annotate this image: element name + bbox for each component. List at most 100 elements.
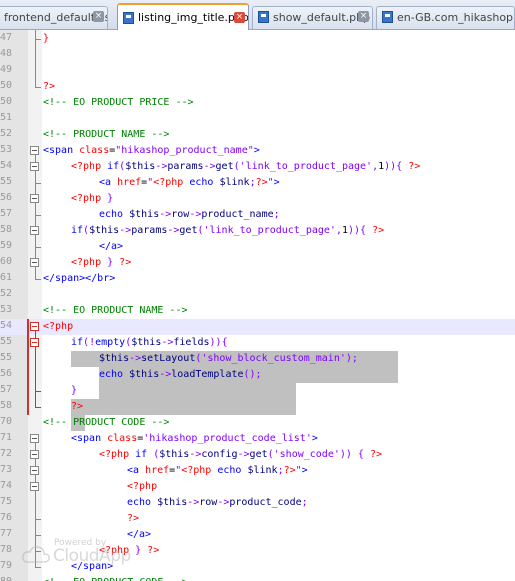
line-number: 55 [0, 352, 13, 363]
code-line[interactable]: 58 ?> [0, 399, 515, 415]
close-icon[interactable]: × [358, 11, 369, 22]
code-line[interactable]: 47} [0, 31, 515, 47]
code-text: } [71, 384, 77, 398]
code-text: <?php } ?> [71, 256, 131, 270]
code-line[interactable]: 49 [0, 63, 515, 79]
code-token: if [71, 225, 84, 236]
tab-en-gb-com-hikashop-ini[interactable]: en-GB.com_hikashop.ini [376, 6, 515, 29]
code-line[interactable]: 55 if(!empty($this->fields)){ [0, 335, 515, 351]
code-token: ?> [255, 177, 268, 188]
code-text: </a> [99, 240, 123, 254]
code-token: href [117, 177, 142, 188]
line-number: 57 [0, 384, 13, 395]
code-line[interactable]: 77 </a> [0, 527, 515, 543]
code-line[interactable]: 55 <a href="<?php echo $link;?>"> [0, 175, 515, 191]
code-editor[interactable]: 47} 48 49 50 ?> 50 <!-- EO PRODUCT PRICE --> 51… [0, 30, 515, 581]
tab-show-default-php[interactable]: show_default.php × [252, 6, 373, 29]
tab-listing-img-title-php[interactable]: listing_img_title.php × [117, 3, 249, 30]
line-number: 49 [0, 64, 13, 75]
code-token: $this [129, 209, 160, 220]
code-line[interactable]: 54 <?php if($this->params->get('link_to_p… [0, 159, 515, 175]
code-token: class [79, 145, 110, 156]
code-line[interactable]: 55 $this->setLayout('show_block_custom_ma… [0, 351, 515, 367]
code-line[interactable]: 73 <a href="<?php echo $link;?>"> [0, 463, 515, 479]
code-line[interactable]: 60 <?php } ?> [0, 255, 515, 271]
code-line[interactable]: 53 <!-- EO PRODUCT NAME --> [0, 303, 515, 319]
code-line[interactable]: 52 <!-- PRODUCT NAME --> [0, 127, 515, 143]
code-token: -> [187, 497, 200, 508]
code-line[interactable]: 76 ?> [0, 511, 515, 527]
code-line[interactable]: 48 [0, 47, 515, 63]
code-line[interactable]: 80 <!-- EO PRODUCT CODE --> [0, 575, 515, 581]
close-icon[interactable]: × [93, 11, 104, 22]
code-token: ?> [127, 513, 140, 524]
close-icon[interactable]: × [234, 12, 245, 23]
code-token: 'link_to_product_page' [203, 225, 336, 236]
code-line[interactable]: 75 echo $this->row->product_code; [0, 495, 515, 511]
fold-toggle-icon[interactable] [30, 146, 39, 155]
code-text: $this->setLayout('show_block_custom_main… [99, 352, 358, 366]
line-number: 59 [0, 240, 13, 251]
fold-toggle-icon[interactable] [30, 194, 39, 203]
code-token: > [253, 145, 260, 156]
code-token: ; [273, 209, 280, 220]
code-text: <span class='hikashop_product_code_list'… [71, 432, 318, 446]
code-token: > [273, 177, 280, 188]
code-token: ?> [113, 257, 132, 268]
fold-end-marker [35, 39, 41, 40]
fold-toggle-icon[interactable] [30, 226, 39, 235]
fold-toggle-icon[interactable] [30, 450, 39, 459]
code-line[interactable]: 71 <span class='hikashop_product_code_lis… [0, 431, 515, 447]
code-token: </span></br> [43, 273, 116, 284]
code-token: -> [119, 225, 132, 236]
code-line[interactable]: 50 ?> [0, 79, 515, 95]
code-token: if [107, 161, 120, 172]
code-token: $this [129, 369, 160, 380]
code-line[interactable]: 79 </span> [0, 559, 515, 575]
code-token: $link [219, 177, 250, 188]
code-line[interactable]: 51 [0, 111, 515, 127]
fold-toggle-icon[interactable] [30, 338, 39, 347]
code-line[interactable]: 70 <!-- PRODUCT CODE --> [0, 415, 515, 431]
code-token: fields [173, 337, 210, 348]
tab-frontend-default-css[interactable]: frontend_default.css × [0, 6, 108, 29]
code-text: ?> [71, 400, 83, 414]
code-token: } [107, 193, 114, 204]
change-marker [27, 319, 29, 415]
line-number: 78 [0, 544, 13, 555]
code-line[interactable]: 57} [0, 383, 515, 399]
code-line[interactable]: 72 <?php if ($this->config->get('show_cod… [0, 447, 515, 463]
code-line[interactable]: 59 </a> [0, 239, 515, 255]
code-token: -> [167, 225, 180, 236]
fold-toggle-icon[interactable] [30, 162, 39, 171]
code-line[interactable]: 74 <?php [0, 479, 515, 495]
text-selection [99, 383, 296, 399]
code-line[interactable]: 52 [0, 287, 515, 303]
fold-toggle-icon[interactable] [30, 434, 39, 443]
code-token: <!-- PRODUCT NAME --> [43, 129, 170, 140]
code-line[interactable]: 57 echo $this->row->product_name; [0, 207, 515, 223]
code-line[interactable]: 56 <?php } [0, 191, 515, 207]
line-number: 56 [0, 368, 13, 379]
fold-toggle-icon[interactable] [30, 322, 39, 331]
file-icon [258, 11, 269, 23]
line-number: 76 [0, 512, 13, 523]
code-line[interactable]: 58 if($this->params->get('link_to_product… [0, 223, 515, 239]
fold-toggle-icon[interactable] [30, 258, 39, 267]
fold-toggle-icon[interactable] [30, 466, 39, 475]
code-token: -> [159, 209, 172, 220]
fold-toggle-icon[interactable] [30, 482, 39, 491]
code-line[interactable]: 53 <span class="hikashop_product_name"> [0, 143, 515, 159]
code-token: ?> [366, 225, 385, 236]
code-token: params [167, 161, 204, 172]
code-line[interactable]: 61 </span></br> [0, 271, 515, 287]
code-line[interactable]: 56 echo $this->loadTemplate(); [0, 367, 515, 383]
code-line[interactable]: 78 <?php } ?> [0, 543, 515, 559]
code-line[interactable]: 50 <!-- EO PRODUCT PRICE --> [0, 95, 515, 111]
code-line[interactable]: 54 <?php [0, 319, 515, 335]
code-token: -> [189, 209, 202, 220]
code-token: <?php [99, 545, 136, 556]
code-text: <?php if ($this->config->get('show_code'… [99, 448, 382, 462]
code-token: $this [131, 337, 162, 348]
code-token: ?> [402, 161, 421, 172]
